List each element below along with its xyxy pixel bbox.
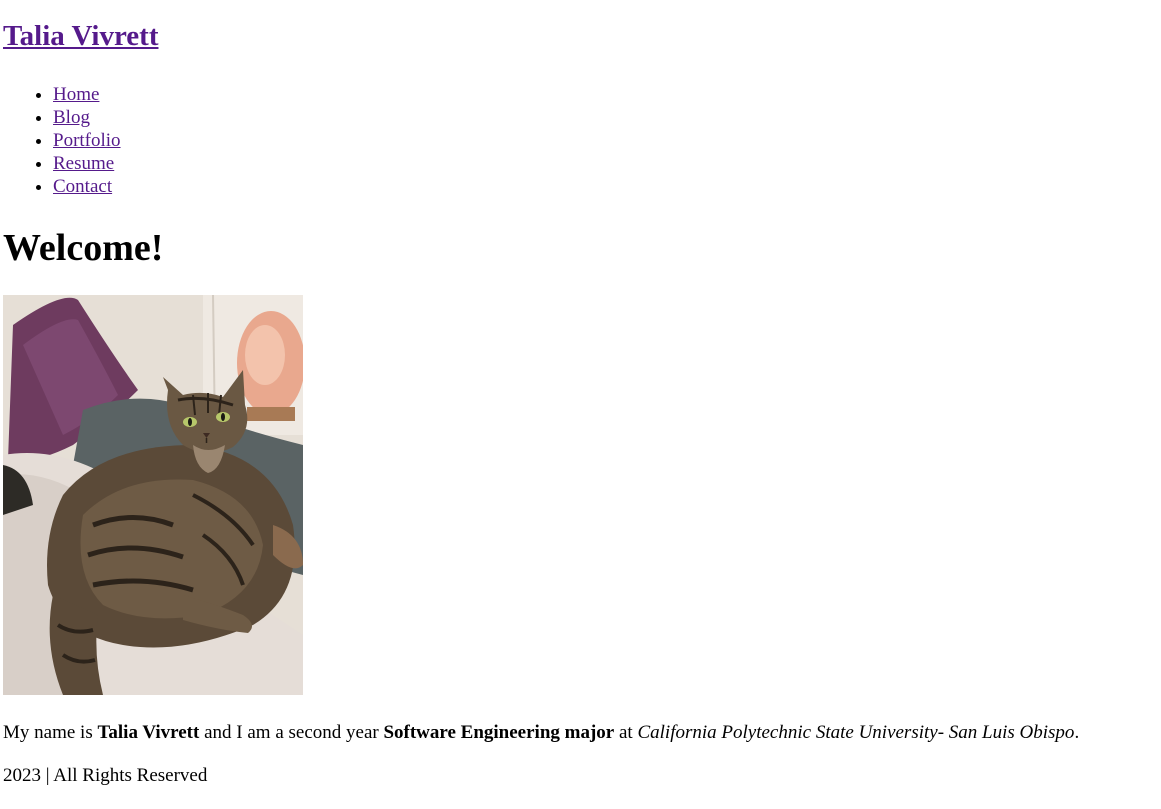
- site-title-link[interactable]: Talia Vivrett: [3, 20, 158, 52]
- intro-text-4: .: [1074, 722, 1080, 743]
- intro-major: Software Engineering major: [383, 722, 615, 743]
- intro-school: California Polytechnic State University-…: [637, 722, 1075, 743]
- intro-text-2: and I am a second year: [199, 722, 384, 743]
- nav-link-portfolio[interactable]: Portfolio: [53, 130, 121, 151]
- nav-item-resume: Resume: [53, 152, 1158, 175]
- nav-item-home: Home: [53, 83, 1158, 106]
- footer-text: 2023 | All Rights Reserved: [3, 765, 208, 786]
- site-footer: 2023 | All Rights Reserved: [3, 764, 1158, 787]
- site-header: Talia Vivrett Home Blog Portfolio Resume…: [3, 0, 1158, 198]
- main-nav: Home Blog Portfolio Resume Contact: [3, 83, 1158, 198]
- intro-text-3: at: [614, 722, 638, 743]
- intro-name: Talia Vivrett: [97, 722, 200, 743]
- nav-link-resume[interactable]: Resume: [53, 153, 114, 174]
- nav-item-blog: Blog: [53, 106, 1158, 129]
- nav-link-blog[interactable]: Blog: [53, 107, 90, 128]
- site-title: Talia Vivrett: [3, 0, 1158, 54]
- cat-photo: [3, 295, 303, 695]
- nav-item-portfolio: Portfolio: [53, 129, 1158, 152]
- main-content: Welcome! My name is Talia Vivrett and I …: [3, 225, 1158, 744]
- intro-text-1: My name is: [3, 722, 98, 743]
- nav-item-contact: Contact: [53, 175, 1158, 198]
- page-title: Welcome!: [3, 227, 164, 269]
- intro-paragraph: My name is Talia Vivrett and I am a seco…: [3, 721, 1158, 744]
- nav-link-home[interactable]: Home: [53, 84, 99, 105]
- nav-link-contact[interactable]: Contact: [53, 176, 112, 197]
